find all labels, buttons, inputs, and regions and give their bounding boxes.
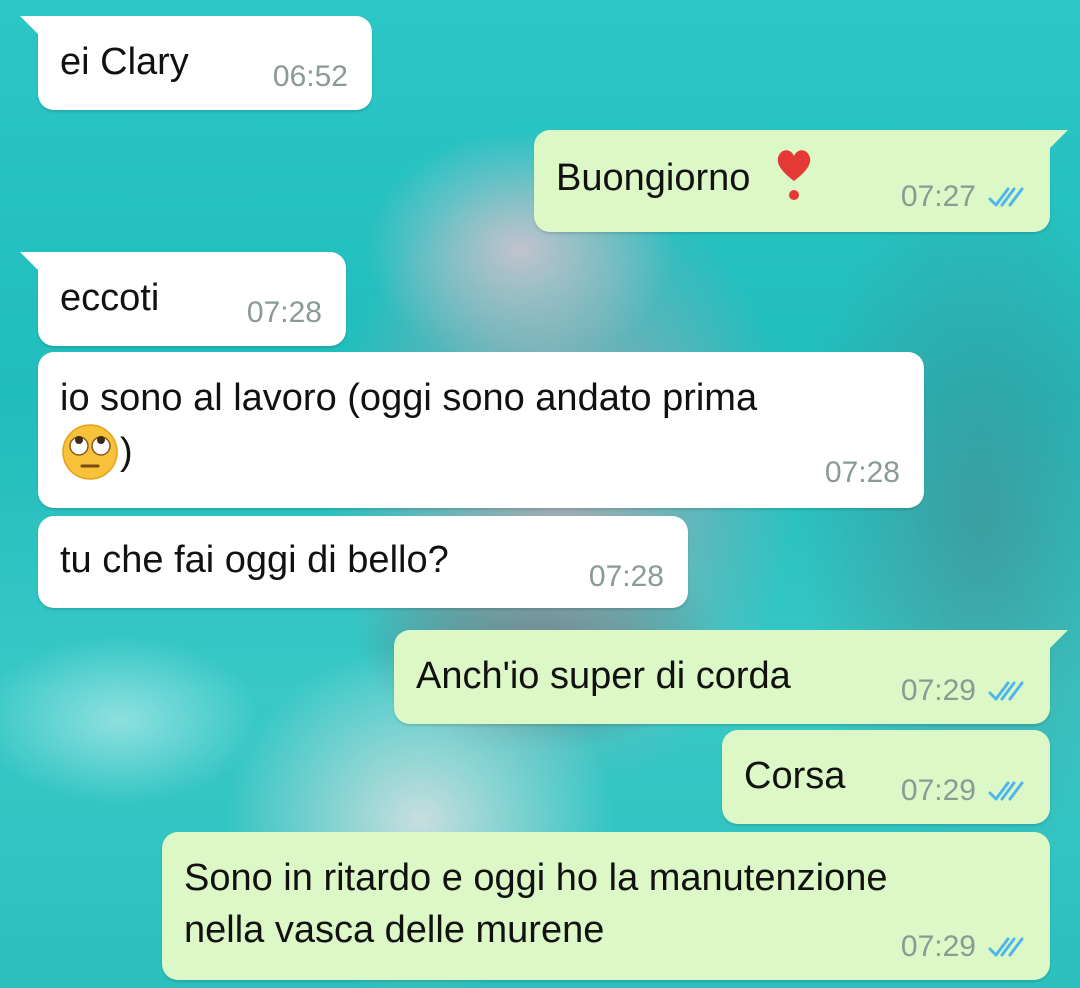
message-text: eccoti	[60, 277, 160, 319]
message-text: ei Clary	[60, 41, 189, 83]
double-check-icon	[988, 781, 1024, 801]
message-meta: 06:52	[273, 60, 348, 94]
message-text: Anch'io super di corda	[416, 655, 791, 697]
message-bubble-incoming[interactable]: tu che fai oggi di bello? 07:28	[38, 516, 688, 608]
message-time: 07:28	[588, 560, 664, 593]
message-text: Corsa	[744, 755, 846, 797]
message-text: Buongiorno	[556, 157, 751, 199]
message-meta: 07:28	[247, 296, 322, 330]
face-with-rolling-eyes-icon	[62, 424, 118, 480]
message-meta: 07:29	[901, 930, 1026, 964]
message-time: 07:29	[900, 674, 976, 707]
red-heart-exclamation-icon	[777, 150, 811, 200]
double-check-icon	[988, 937, 1024, 957]
message-bubble-incoming[interactable]: eccoti 07:28	[20, 252, 346, 346]
message-time: 06:52	[272, 60, 348, 93]
message-text: Sono in ritardo e oggi ho la manutenzion…	[184, 857, 888, 899]
double-check-icon	[988, 681, 1024, 701]
message-meta: 07:29	[901, 674, 1026, 708]
message-time: 07:28	[246, 296, 322, 329]
message-bubble-outgoing[interactable]: Anch'io super di corda 07:29	[394, 630, 1068, 724]
message-time: 07:29	[900, 930, 976, 963]
message-meta: 07:29	[901, 774, 1026, 808]
message-bubble-outgoing[interactable]: Corsa 07:29	[722, 730, 1050, 824]
message-meta: 07:28	[589, 560, 664, 594]
message-time: 07:28	[824, 456, 900, 489]
message-time: 07:29	[900, 774, 976, 807]
message-meta: 07:28	[825, 456, 900, 490]
message-time: 07:27	[900, 180, 976, 213]
message-bubble-outgoing[interactable]: Buongiorno 07:27	[534, 130, 1068, 232]
double-check-icon	[988, 187, 1024, 207]
message-text: tu che fai oggi di bello?	[60, 539, 449, 581]
message-meta: 07:27	[901, 180, 1026, 214]
message-text-line2: nella vasca delle murene	[184, 909, 605, 951]
message-bubble-outgoing[interactable]: Sono in ritardo e oggi ho la manutenzion…	[162, 832, 1050, 980]
message-text-line2-wrap: )	[60, 424, 133, 482]
message-bubble-incoming[interactable]: ei Clary 06:52	[20, 16, 372, 110]
message-text-wrap: Buongiorno	[556, 150, 813, 204]
message-text: io sono al lavoro (oggi sono andato prim…	[60, 377, 758, 419]
message-text-line2: )	[120, 431, 133, 474]
message-bubble-incoming[interactable]: io sono al lavoro (oggi sono andato prim…	[38, 352, 924, 508]
